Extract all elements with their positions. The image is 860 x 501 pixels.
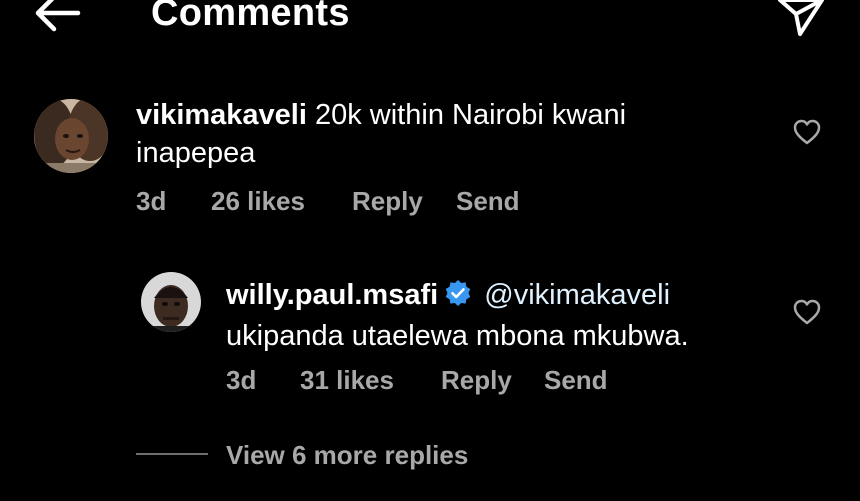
reply-text: ukipanda utaelewa mbona mkubwa. [226,320,689,352]
reply-body: willy.paul.msafi @vikimakaveli ukipanda … [226,276,786,355]
reply-item: willy.paul.msafi @vikimakaveli ukipanda … [0,0,860,420]
reply-username[interactable]: willy.paul.msafi [226,279,438,311]
replies-divider [136,453,208,455]
reply-send-button[interactable]: Send [544,365,608,396]
view-more-replies-button[interactable]: View 6 more replies [226,440,468,471]
reply-avatar[interactable] [141,272,201,332]
reply-like-button[interactable] [792,297,822,327]
verified-badge-icon [444,279,472,317]
reply-likes[interactable]: 31 likes [300,365,394,396]
mention-link[interactable]: @vikimakaveli [484,279,670,311]
reply-reply-button[interactable]: Reply [441,365,512,396]
reply-time: 3d [226,365,257,395]
user-photo [141,272,201,332]
heart-icon [793,299,821,325]
